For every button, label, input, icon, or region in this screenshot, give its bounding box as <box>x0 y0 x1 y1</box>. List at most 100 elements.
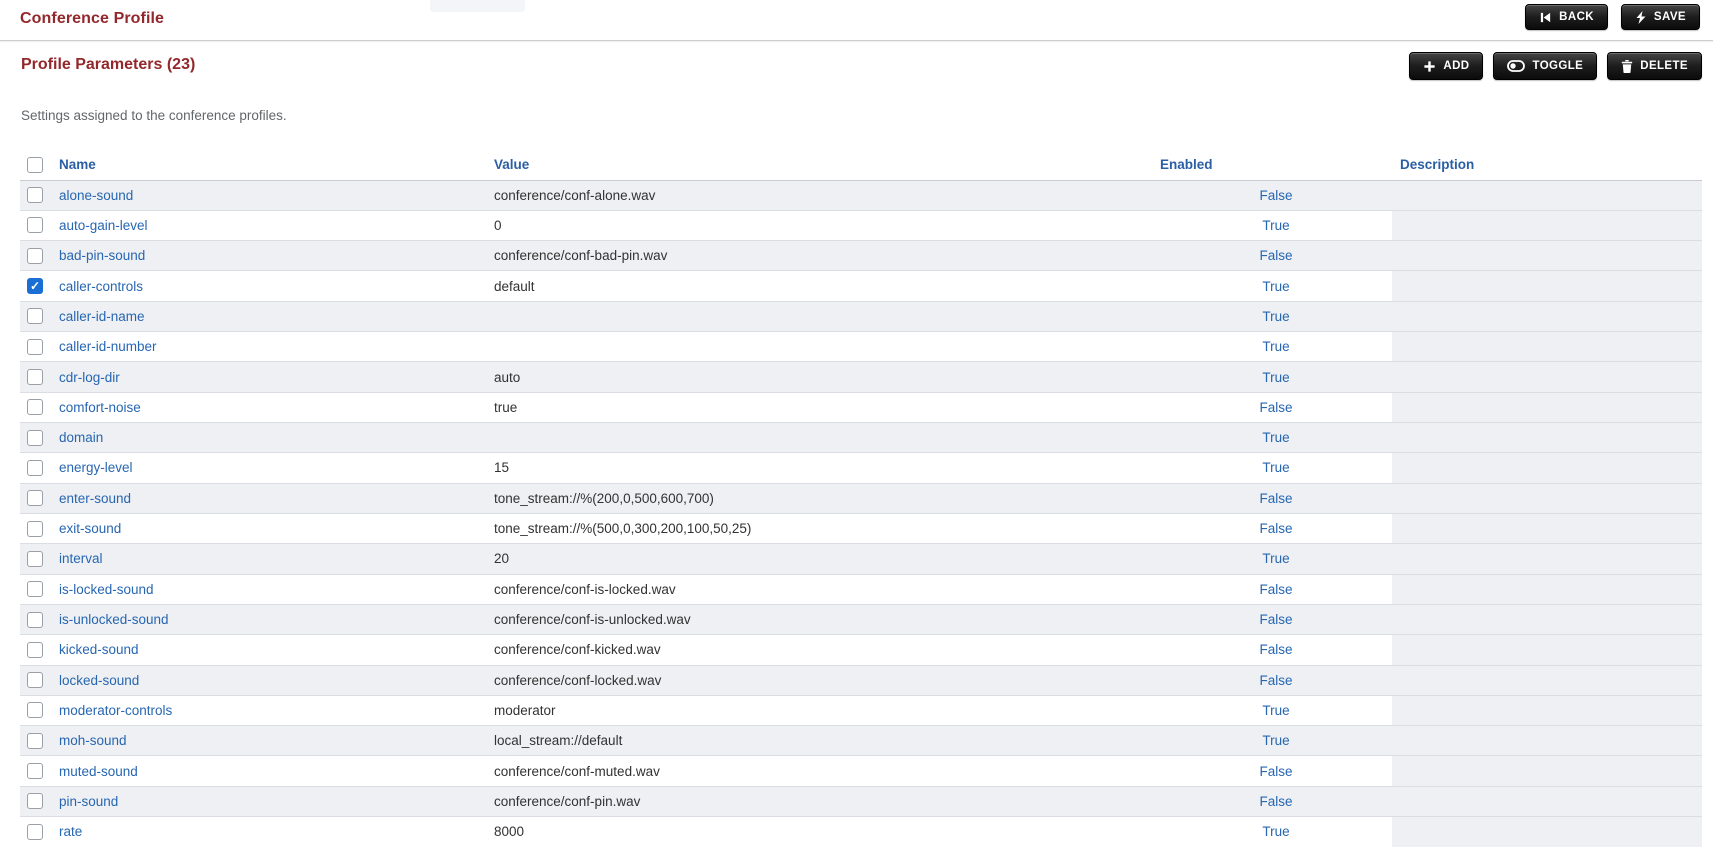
table-row: rate 8000 True <box>20 817 1702 847</box>
parameter-name-link[interactable]: is-locked-sound <box>59 582 154 597</box>
parameter-enabled-link[interactable]: False <box>1259 642 1292 657</box>
row-checkbox[interactable] <box>27 248 43 264</box>
parameter-enabled-link[interactable]: True <box>1262 279 1289 294</box>
delete-button[interactable]: DELETE <box>1607 52 1702 80</box>
parameter-enabled-link[interactable]: False <box>1259 764 1292 779</box>
row-checkbox[interactable] <box>27 339 43 355</box>
column-header-enabled[interactable]: Enabled <box>1160 150 1392 180</box>
parameter-enabled-link[interactable]: False <box>1259 582 1292 597</box>
parameter-enabled-link[interactable]: False <box>1259 521 1292 536</box>
parameter-name-link[interactable]: energy-level <box>59 460 133 475</box>
parameter-name-link[interactable]: enter-sound <box>59 491 131 506</box>
parameter-name-link[interactable]: auto-gain-level <box>59 218 148 233</box>
parameter-value: conference/conf-alone.wav <box>494 188 655 203</box>
row-checkbox[interactable] <box>27 278 43 294</box>
parameter-value: auto <box>494 370 520 385</box>
parameter-enabled-link[interactable]: True <box>1262 370 1289 385</box>
row-checkbox[interactable] <box>27 460 43 476</box>
row-checkbox[interactable] <box>27 672 43 688</box>
toggle-button[interactable]: TOGGLE <box>1493 52 1597 80</box>
parameter-name-link[interactable]: caller-id-number <box>59 339 157 354</box>
row-checkbox[interactable] <box>27 490 43 506</box>
parameter-name-link[interactable]: moh-sound <box>59 733 127 748</box>
table-row: alone-sound conference/conf-alone.wav Fa… <box>20 180 1702 210</box>
parameter-name-link[interactable]: bad-pin-sound <box>59 248 145 263</box>
parameter-value: conference/conf-muted.wav <box>494 764 660 779</box>
table-row: caller-id-name True <box>20 301 1702 331</box>
page-title: Conference Profile <box>20 10 164 28</box>
parameter-enabled-link[interactable]: False <box>1259 673 1292 688</box>
parameter-enabled-link[interactable]: False <box>1259 248 1292 263</box>
row-checkbox[interactable] <box>27 521 43 537</box>
parameter-enabled-link[interactable]: True <box>1262 339 1289 354</box>
section-title: Profile Parameters (23) <box>21 56 195 74</box>
parameter-enabled-link[interactable]: True <box>1262 218 1289 233</box>
skip-back-icon <box>1539 11 1552 24</box>
row-checkbox[interactable] <box>27 612 43 628</box>
parameter-name-link[interactable]: alone-sound <box>59 188 133 203</box>
table-row: enter-sound tone_stream://%(200,0,500,60… <box>20 483 1702 513</box>
section-subtitle: Settings assigned to the conference prof… <box>21 108 287 123</box>
parameter-enabled-link[interactable]: True <box>1262 309 1289 324</box>
row-checkbox[interactable] <box>27 187 43 203</box>
parameter-name-link[interactable]: kicked-sound <box>59 642 139 657</box>
select-all-checkbox[interactable] <box>27 157 43 173</box>
parameter-enabled-link[interactable]: False <box>1259 794 1292 809</box>
row-checkbox[interactable] <box>27 824 43 840</box>
parameter-enabled-link[interactable]: False <box>1259 491 1292 506</box>
parameter-enabled-link[interactable]: True <box>1262 703 1289 718</box>
parameter-name-link[interactable]: cdr-log-dir <box>59 370 120 385</box>
row-checkbox[interactable] <box>27 551 43 567</box>
parameter-name-link[interactable]: interval <box>59 551 103 566</box>
parameter-value: 20 <box>494 551 509 566</box>
parameter-enabled-link[interactable]: True <box>1262 430 1289 445</box>
parameter-name-link[interactable]: is-unlocked-sound <box>59 612 169 627</box>
add-button[interactable]: ADD <box>1409 52 1483 80</box>
row-checkbox[interactable] <box>27 399 43 415</box>
parameter-enabled-link[interactable]: True <box>1262 460 1289 475</box>
save-button[interactable]: SAVE <box>1621 4 1700 30</box>
parameter-value: conference/conf-pin.wav <box>494 794 640 809</box>
parameter-value: conference/conf-kicked.wav <box>494 642 661 657</box>
back-button[interactable]: BACK <box>1525 4 1608 30</box>
row-checkbox[interactable] <box>27 763 43 779</box>
parameter-enabled-link[interactable]: False <box>1259 612 1292 627</box>
row-checkbox[interactable] <box>27 369 43 385</box>
parameter-name-link[interactable]: exit-sound <box>59 521 121 536</box>
parameter-enabled-link[interactable]: True <box>1262 551 1289 566</box>
trash-icon <box>1621 60 1633 73</box>
table-row: domain True <box>20 423 1702 453</box>
row-checkbox[interactable] <box>27 308 43 324</box>
lightning-bolt-icon <box>1635 11 1647 24</box>
row-checkbox[interactable] <box>27 430 43 446</box>
table-row: exit-sound tone_stream://%(500,0,300,200… <box>20 513 1702 543</box>
parameter-enabled-link[interactable]: False <box>1259 400 1292 415</box>
table-row: auto-gain-level 0 True <box>20 210 1702 240</box>
parameter-name-link[interactable]: comfort-noise <box>59 400 141 415</box>
parameter-value: tone_stream://%(500,0,300,200,100,50,25) <box>494 521 751 536</box>
row-checkbox[interactable] <box>27 642 43 658</box>
column-header-value[interactable]: Value <box>490 150 1160 180</box>
table-row: bad-pin-sound conference/conf-bad-pin.wa… <box>20 241 1702 271</box>
row-checkbox[interactable] <box>27 793 43 809</box>
row-checkbox[interactable] <box>27 702 43 718</box>
table-row: moderator-controls moderator True <box>20 695 1702 725</box>
parameter-enabled-link[interactable]: True <box>1262 824 1289 839</box>
parameter-name-link[interactable]: caller-controls <box>59 279 143 294</box>
parameter-name-link[interactable]: muted-sound <box>59 764 138 779</box>
parameter-value: moderator <box>494 703 556 718</box>
parameter-name-link[interactable]: domain <box>59 430 103 445</box>
parameter-name-link[interactable]: pin-sound <box>59 794 118 809</box>
parameter-name-link[interactable]: locked-sound <box>59 673 139 688</box>
parameter-enabled-link[interactable]: True <box>1262 733 1289 748</box>
parameter-name-link[interactable]: caller-id-name <box>59 309 145 324</box>
parameter-enabled-link[interactable]: False <box>1259 188 1292 203</box>
column-header-description[interactable]: Description <box>1392 150 1702 180</box>
parameter-name-link[interactable]: moderator-controls <box>59 703 172 718</box>
parameter-name-link[interactable]: rate <box>59 824 82 839</box>
row-checkbox[interactable] <box>27 733 43 749</box>
row-checkbox[interactable] <box>27 217 43 233</box>
row-checkbox[interactable] <box>27 581 43 597</box>
parameter-value: conference/conf-is-locked.wav <box>494 582 676 597</box>
column-header-name[interactable]: Name <box>52 150 490 180</box>
